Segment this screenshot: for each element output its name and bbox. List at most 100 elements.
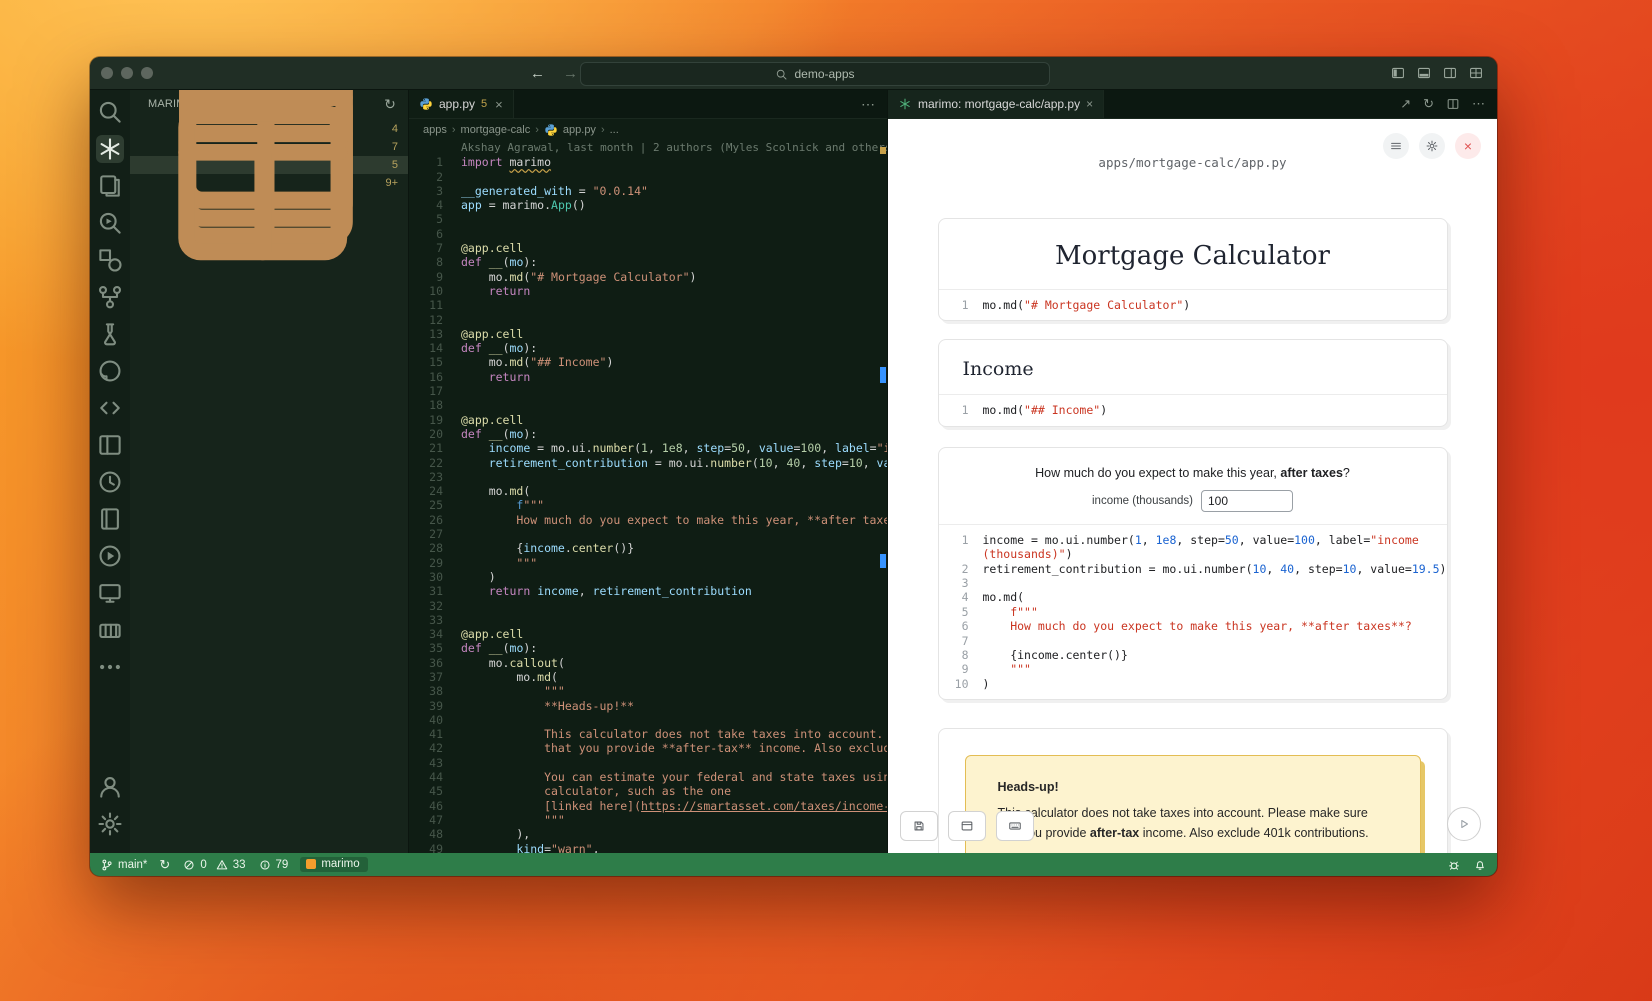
tab-app-py[interactable]: app.py 5 ×: [409, 90, 514, 118]
breadcrumb-file[interactable]: app.py: [563, 124, 596, 136]
marimo-status[interactable]: marimo: [300, 857, 367, 872]
file-item[interactable]: pdfchat/app.py9+: [130, 174, 408, 192]
hints-status[interactable]: 79: [258, 858, 289, 872]
split-editor-icon[interactable]: [1446, 97, 1460, 111]
marimo-icon[interactable]: [96, 135, 124, 163]
git-branch-status[interactable]: main*: [100, 858, 147, 872]
problems-status[interactable]: 0 33: [182, 858, 245, 872]
code-line[interactable]: 31 return income, retirement_contributio…: [409, 584, 887, 598]
code-line[interactable]: 49 kind="warn",: [409, 842, 887, 853]
code-line[interactable]: 37 mo.md(: [409, 670, 887, 684]
code-line[interactable]: 7@app.cell: [409, 241, 887, 255]
cell-code[interactable]: 1income = mo.ui.number(1, 1e8, step=50, …: [939, 524, 1447, 699]
code-line[interactable]: 2: [409, 170, 887, 184]
open-external-icon[interactable]: ↗: [1400, 96, 1411, 112]
app-close-button[interactable]: ×: [1455, 133, 1481, 159]
app-settings-button[interactable]: [1419, 133, 1445, 159]
code-line[interactable]: 23: [409, 470, 887, 484]
editor-more-actions-icon[interactable]: ⋯: [849, 90, 887, 118]
bug-report-icon[interactable]: [1447, 858, 1461, 872]
income-input[interactable]: [1201, 490, 1293, 512]
toggle-sidebar-icon[interactable]: [1391, 66, 1405, 80]
code-line[interactable]: 33: [409, 613, 887, 627]
code-line[interactable]: 16 return: [409, 370, 887, 384]
webview-more-actions-icon[interactable]: ⋯: [1472, 96, 1485, 112]
code-line[interactable]: 34@app.cell: [409, 627, 887, 641]
toggle-secondary-sidebar-icon[interactable]: [1443, 66, 1457, 80]
run-app-button[interactable]: [1447, 807, 1481, 841]
code-line[interactable]: 8def __(mo):: [409, 255, 887, 269]
code-line[interactable]: 3__generated_with = "0.0.14": [409, 184, 887, 198]
code-line[interactable]: 24 mo.md(: [409, 484, 887, 498]
code-line[interactable]: 45 calculator, such as the one: [409, 784, 887, 798]
code-line[interactable]: 9 mo.md("# Mortgage Calculator"): [409, 270, 887, 284]
code-line[interactable]: 19@app.cell: [409, 413, 887, 427]
code-line[interactable]: 39 **Heads-up!**: [409, 699, 887, 713]
code-line[interactable]: 29 """: [409, 556, 887, 570]
code-line[interactable]: 43: [409, 756, 887, 770]
tab-marimo-webview[interactable]: marimo: mortgage-calc/app.py ×: [888, 90, 1104, 118]
code-line[interactable]: 48 ),: [409, 827, 887, 841]
pipeline-icon[interactable]: [96, 283, 124, 311]
rename-file-button[interactable]: [948, 811, 986, 841]
pages-icon[interactable]: [96, 172, 124, 200]
history-icon[interactable]: [96, 468, 124, 496]
sync-status[interactable]: ↻: [159, 857, 170, 873]
toggle-panel-icon[interactable]: [1417, 66, 1431, 80]
code-line[interactable]: 32: [409, 599, 887, 613]
customize-layout-icon[interactable]: [1469, 66, 1483, 80]
code-editor[interactable]: Akshay Agrawal, last month | 2 authors (…: [409, 141, 887, 853]
close-tab-icon[interactable]: ×: [1086, 97, 1093, 111]
reload-webview-icon[interactable]: ↻: [1423, 96, 1434, 112]
code-line[interactable]: 22 retirement_contribution = mo.ui.numbe…: [409, 456, 887, 470]
code-line[interactable]: 6: [409, 227, 887, 241]
code-line[interactable]: 18: [409, 398, 887, 412]
cell-code[interactable]: 1mo.md("## Income"): [939, 394, 1447, 425]
refresh-icon[interactable]: ↻: [384, 96, 396, 113]
monitor-icon[interactable]: [96, 579, 124, 607]
keyboard-shortcuts-button[interactable]: [996, 811, 1034, 841]
github-icon[interactable]: [96, 357, 124, 385]
zoom-window-button[interactable]: [141, 67, 153, 79]
breadcrumb-symbol[interactable]: ...: [610, 124, 619, 136]
code-line[interactable]: 17: [409, 384, 887, 398]
more-icon[interactable]: [96, 653, 124, 681]
code-compare-icon[interactable]: [96, 394, 124, 422]
notebook-icon[interactable]: [96, 505, 124, 533]
back-icon[interactable]: ←: [530, 65, 545, 82]
code-line[interactable]: 25 f""": [409, 498, 887, 512]
code-line[interactable]: 27: [409, 527, 887, 541]
code-line[interactable]: 12: [409, 313, 887, 327]
code-line[interactable]: 28 {income.center()}: [409, 541, 887, 555]
account-icon[interactable]: [96, 773, 124, 801]
code-line[interactable]: 38 """: [409, 684, 887, 698]
code-line[interactable]: 35def __(mo):: [409, 641, 887, 655]
code-line[interactable]: 36 mo.callout(: [409, 656, 887, 670]
layout-icon[interactable]: [96, 431, 124, 459]
run-icon[interactable]: [96, 542, 124, 570]
notifications-bell-icon[interactable]: [1473, 858, 1487, 872]
minimize-window-button[interactable]: [121, 67, 133, 79]
code-line[interactable]: 44 You can estimate your federal and sta…: [409, 770, 887, 784]
save-button[interactable]: [900, 811, 938, 841]
forward-icon[interactable]: →: [563, 65, 578, 82]
search-icon[interactable]: [96, 98, 124, 126]
code-line[interactable]: 10 return: [409, 284, 887, 298]
cell-code[interactable]: 1mo.md("# Mortgage Calculator"): [939, 289, 1447, 320]
code-line[interactable]: 1import marimo: [409, 155, 887, 169]
breadcrumb-folder[interactable]: mortgage-calc: [461, 124, 531, 136]
code-line[interactable]: 14def __(mo):: [409, 341, 887, 355]
code-line[interactable]: 20def __(mo):: [409, 427, 887, 441]
code-line[interactable]: 11: [409, 298, 887, 312]
close-tab-icon[interactable]: ×: [495, 97, 503, 112]
code-line[interactable]: 4app = marimo.App(): [409, 198, 887, 212]
container-icon[interactable]: [96, 616, 124, 644]
code-line[interactable]: 13@app.cell: [409, 327, 887, 341]
code-line[interactable]: 46 [linked here](https://smartasset.com/…: [409, 799, 887, 813]
code-line[interactable]: 15 mo.md("## Income"): [409, 355, 887, 369]
shapes-icon[interactable]: [96, 246, 124, 274]
code-line[interactable]: 41 This calculator does not take taxes i…: [409, 727, 887, 741]
code-line[interactable]: 47 """: [409, 813, 887, 827]
code-line[interactable]: 26 How much do you expect to make this y…: [409, 513, 887, 527]
code-line[interactable]: 21 income = mo.ui.number(1, 1e8, step=50…: [409, 441, 887, 455]
